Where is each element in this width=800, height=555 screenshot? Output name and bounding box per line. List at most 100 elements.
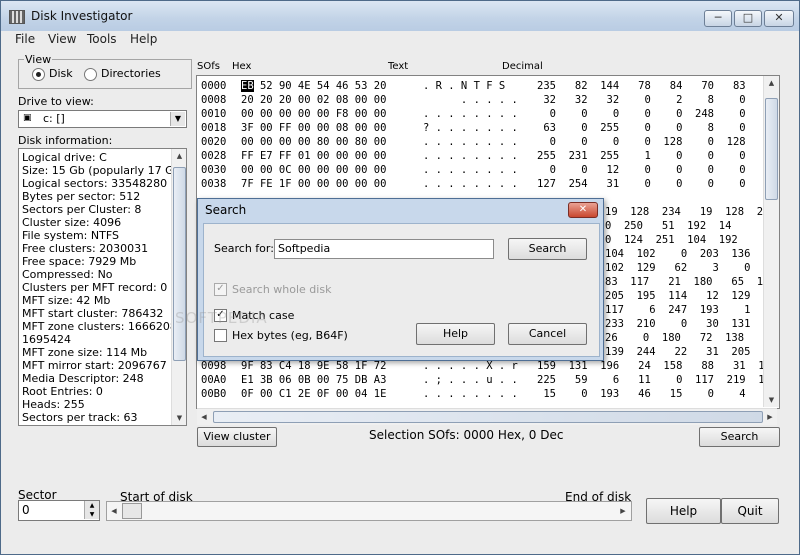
menu-tools[interactable]: Tools xyxy=(87,32,117,46)
hex-row-decimal-partial: 0 250 51 192 14 xyxy=(605,220,732,232)
view-directories-radio[interactable] xyxy=(84,68,97,81)
hex-row-decimal: 255 231 255 1 0 0 0 xyxy=(537,150,746,162)
hex-bytes-text: 00 00 00 00 80 00 80 00 xyxy=(241,136,387,148)
maximize-button[interactable]: □ xyxy=(734,10,762,27)
sector-stepper[interactable]: 0 ▲ ▼ xyxy=(18,500,100,521)
hex-row-bytes: 20 20 20 00 02 08 00 00 xyxy=(241,93,386,107)
title-bar[interactable]: Disk Investigator ─ □ ✕ xyxy=(1,1,799,31)
hex-row-decimal-partial: 104 102 0 203 136 2 xyxy=(605,248,776,260)
text-header: Text xyxy=(388,61,409,72)
disk-info-line: Size: 15 Gb (popularly 17 Gb) xyxy=(22,164,185,177)
hex-row-decimal-partial: 139 244 22 31 205 1 xyxy=(605,346,776,358)
hex-row-decimal-partial: 26 0 180 72 138 2 xyxy=(605,332,770,344)
scroll-up-icon[interactable]: ▲ xyxy=(764,76,779,90)
close-icon[interactable]: ✕ xyxy=(568,202,598,218)
sector-value: 0 xyxy=(22,503,30,517)
disk-info-scrollbar[interactable]: ▲ ▼ xyxy=(171,149,186,425)
search-dialog-title: Search xyxy=(205,203,247,217)
close-button[interactable]: ✕ xyxy=(764,10,794,27)
sofs-header: SOfs xyxy=(197,61,220,72)
hex-row-text: . . . . . . . . xyxy=(423,388,518,400)
hex-row-decimal-partial: 0 124 251 104 192 xyxy=(605,234,738,246)
disk-info-line: File system: NTFS xyxy=(22,229,119,242)
menu-file[interactable]: File xyxy=(15,32,35,46)
disk-info-line: MFT size: 42 Mb xyxy=(22,294,111,307)
view-disk-radio[interactable] xyxy=(32,68,45,81)
disk-info-line: Media Descriptor: 248 xyxy=(22,372,144,385)
hex-row-text: . R . N T F S xyxy=(423,80,506,92)
hex-row-offset: 0018 xyxy=(201,122,227,134)
hex-vscrollbar[interactable]: ▲ ▼ xyxy=(763,76,779,407)
disk-info-line: MFT mirror start: 2096767 xyxy=(22,359,167,372)
scroll-right-icon[interactable]: ▶ xyxy=(763,410,777,424)
slider-thumb[interactable] xyxy=(122,503,142,519)
hex-row-offset: 0038 xyxy=(201,178,227,190)
quit-button[interactable]: Quit xyxy=(721,498,779,524)
watermark-logo: SOFTPEDIA xyxy=(175,309,268,327)
disk-info-line: MFT start cluster: 786432 xyxy=(22,307,164,320)
scroll-down-icon[interactable]: ▼ xyxy=(764,393,779,407)
scroll-up-icon[interactable]: ▲ xyxy=(172,149,186,163)
disk-info-line: Root Entries: 0 xyxy=(22,385,103,398)
hex-row-bytes: FF E7 FF 01 00 00 00 00 xyxy=(241,149,386,163)
view-group-label: View xyxy=(24,53,53,66)
disk-info-lines: Logical drive: C Size: 15 Gb (popularly 1… xyxy=(19,151,185,424)
disk-info-scroll-thumb[interactable] xyxy=(173,167,186,361)
minimize-button[interactable]: ─ xyxy=(704,10,732,27)
disk-info-line: Sectors per Cluster: 8 xyxy=(22,203,142,216)
hex-hscrollbar[interactable]: ◀ ▶ xyxy=(197,408,777,425)
hex-row-decimal: 0 0 12 0 0 0 0 xyxy=(537,164,746,176)
hex-hscroll-thumb[interactable] xyxy=(213,411,763,423)
menu-help[interactable]: Help xyxy=(130,32,157,46)
dialog-search-button[interactable]: Search xyxy=(508,238,587,260)
slider-right-icon[interactable]: ▶ xyxy=(617,504,629,518)
hex-bytes-text: 52 90 4E 54 46 53 20 xyxy=(253,80,387,92)
app-icon xyxy=(9,10,25,24)
hex-row-offset: 0020 xyxy=(201,136,227,148)
view-cluster-button[interactable]: View cluster xyxy=(197,427,277,447)
scroll-left-icon[interactable]: ◀ xyxy=(197,410,211,424)
hex-row-offset: 0098 xyxy=(201,360,227,372)
drive-select[interactable]: ▣ c: [] ▼ xyxy=(18,110,187,128)
search-button[interactable]: Search xyxy=(699,427,780,447)
hex-row-decimal-partial: 102 129 62 3 0 7 xyxy=(605,262,776,274)
help-button[interactable]: Help xyxy=(646,498,721,524)
hex-row-bytes: 00 00 00 00 00 F8 00 00 xyxy=(241,107,386,121)
drive-icon: ▣ xyxy=(23,113,32,123)
hex-row-decimal: 159 131 196 24 158 88 31 11 xyxy=(537,360,771,372)
hex-bytes-text: E1 3B 06 0B 00 75 DB A3 xyxy=(241,374,387,386)
dialog-cancel-button[interactable]: Cancel xyxy=(508,323,587,345)
dialog-help-button[interactable]: Help xyxy=(416,323,495,345)
disk-info-line: Free clusters: 2030031 xyxy=(22,242,149,255)
hex-bytes-checkbox[interactable] xyxy=(214,329,227,342)
hex-bytes-text: 00 00 0C 00 00 00 00 00 xyxy=(241,164,387,176)
stepper-up-icon[interactable]: ▲ xyxy=(84,501,99,510)
selected-byte[interactable]: EB xyxy=(241,80,254,92)
disk-info-line: MFT zone clusters: 1666208 - xyxy=(22,320,185,333)
hex-bytes-text: 9F 83 C4 18 9E 58 1F 72 xyxy=(241,360,387,372)
search-input[interactable]: Softpedia xyxy=(274,239,494,259)
search-for-label: Search for: xyxy=(214,242,274,255)
hex-row-decimal: 63 0 255 0 0 8 0 xyxy=(537,122,746,134)
disk-info-list[interactable]: Logical drive: C Size: 15 Gb (popularly 1… xyxy=(18,148,187,426)
scroll-down-icon[interactable]: ▼ xyxy=(172,411,186,425)
disk-position-slider[interactable]: ◀ ▶ xyxy=(106,501,632,521)
view-directories-label: Directories xyxy=(101,67,161,80)
hex-row-offset: 00A0 xyxy=(201,374,227,386)
hex-vscroll-thumb[interactable] xyxy=(765,98,778,200)
disk-info-line: Clusters per MFT record: 0 xyxy=(22,281,168,294)
hex-row-offset: 0008 xyxy=(201,94,227,106)
hex-row-bytes: 00 00 00 00 80 00 80 00 xyxy=(241,135,386,149)
hex-row-decimal-partial: 233 210 0 30 131 23 xyxy=(605,318,776,330)
slider-left-icon[interactable]: ◀ xyxy=(108,504,120,518)
hex-row-text: . . . . . X . r xyxy=(423,360,518,372)
disk-info-line: Heads: 255 xyxy=(22,398,85,411)
menu-view[interactable]: View xyxy=(48,32,76,46)
chevron-down-icon[interactable]: ▼ xyxy=(170,112,185,126)
hex-bytes-text: FF E7 FF 01 00 00 00 00 xyxy=(241,150,387,162)
disk-info-label: Disk information: xyxy=(18,134,113,147)
hex-row-text: . . . . . . . . xyxy=(423,178,518,190)
hex-bytes-text: 0F 00 C1 2E 0F 00 04 1E xyxy=(241,388,387,400)
stepper-down-icon[interactable]: ▼ xyxy=(84,510,99,519)
window-title: Disk Investigator xyxy=(31,9,133,23)
